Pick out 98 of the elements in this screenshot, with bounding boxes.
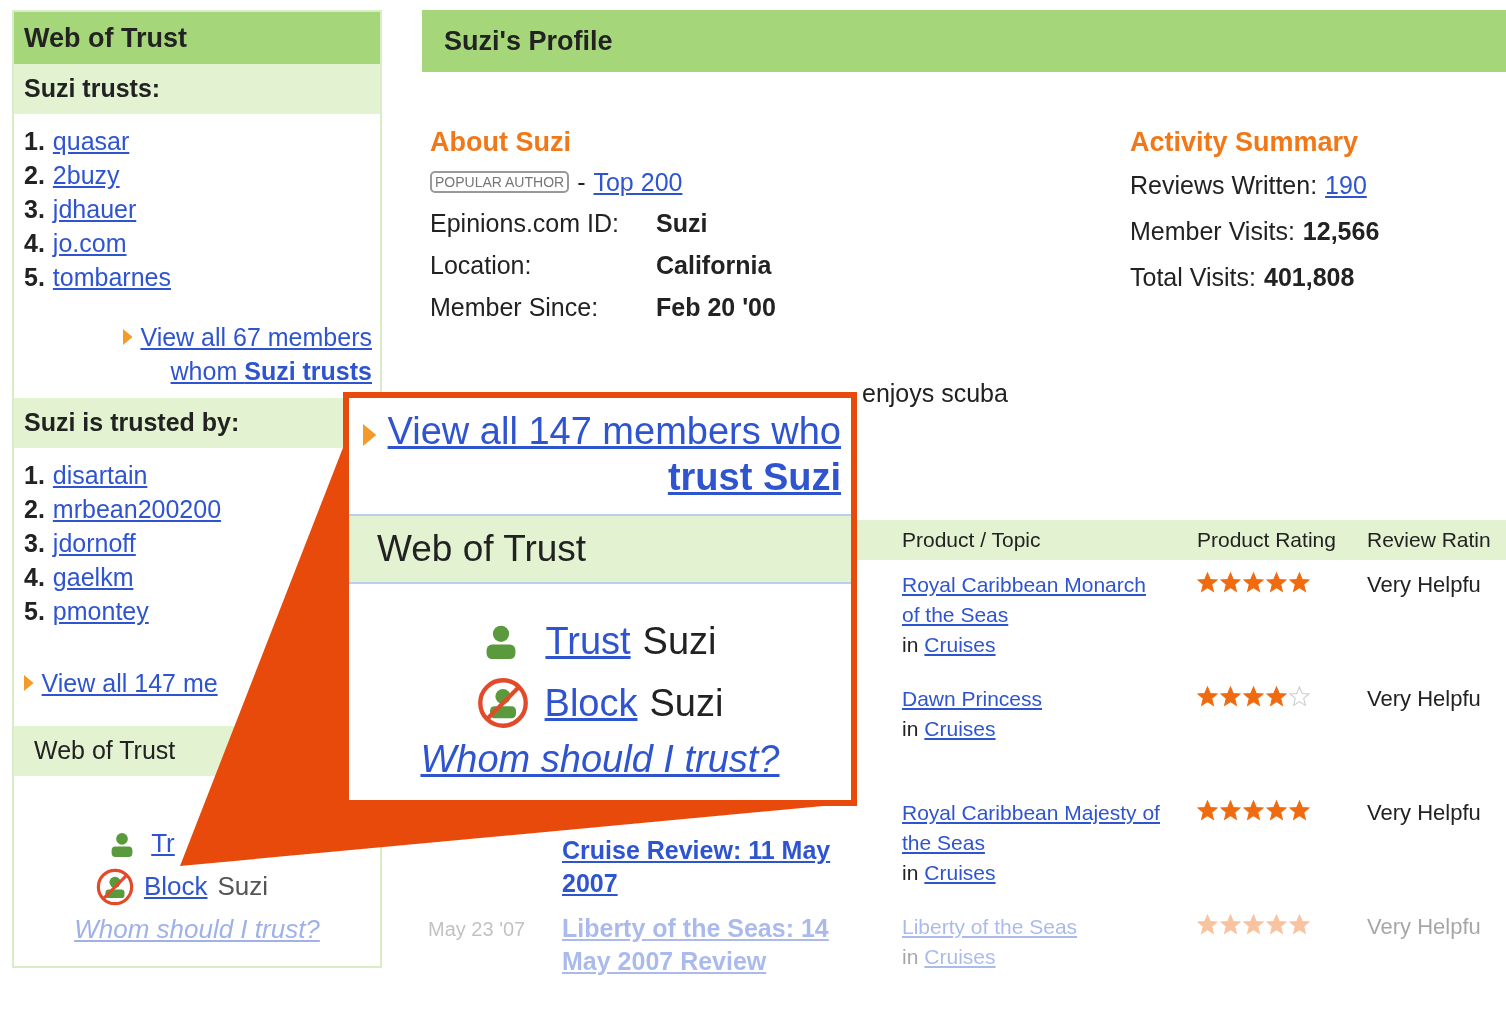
star-icon: [1220, 571, 1241, 593]
arrow-bullet-icon: [363, 424, 377, 446]
view-all-link[interactable]: whom Suzi trusts: [170, 354, 372, 388]
rank-number: 1.: [24, 460, 45, 491]
section-heading: Activity Summary: [1130, 126, 1360, 159]
help-link[interactable]: Whom should I trust?: [420, 734, 780, 784]
star-icon: [1220, 685, 1241, 707]
block-link[interactable]: Block: [143, 865, 208, 908]
category-prefix: in: [902, 716, 919, 742]
rank-number: 2.: [24, 160, 45, 191]
member-link[interactable]: jo.com: [52, 226, 127, 260]
review-rating: Very Helpfu: [1367, 799, 1481, 827]
product-link[interactable]: Royal Caribbean Majesty of the Seas: [902, 798, 1164, 858]
bio-text: enjoys scuba: [862, 379, 1008, 407]
product-link[interactable]: Royal Caribbean Monarch of the Seas: [902, 570, 1164, 630]
star-icon: [1243, 799, 1264, 821]
member-link[interactable]: 2buzy: [52, 158, 120, 192]
star-icon: [1289, 799, 1310, 821]
member-link[interactable]: jdhauer: [52, 192, 137, 226]
field-value: Suzi: [656, 208, 708, 239]
member-link[interactable]: quasar: [52, 124, 130, 158]
review-date: May 23 '07: [428, 918, 526, 940]
view-all-link[interactable]: View all 67 members: [140, 320, 372, 354]
separator: -: [577, 167, 586, 198]
empty-star-icon: [1289, 685, 1310, 707]
trust-link[interactable]: Trust: [545, 610, 631, 672]
rank-number: 5.: [24, 262, 45, 293]
member-link[interactable]: jdornoff: [52, 526, 136, 560]
stat-value: 12,566: [1302, 216, 1380, 247]
star-icon: [1220, 913, 1241, 935]
field-label: Epinions.com ID:: [430, 208, 620, 239]
profile-title: Suzi's Profile: [422, 10, 1506, 72]
member-link[interactable]: tombarnes: [52, 260, 171, 294]
field-value: Feb 20 '00: [656, 292, 776, 323]
view-all-link[interactable]: View all 147 me: [41, 666, 218, 700]
field-label: Location:: [430, 250, 533, 281]
section-heading: Suzi trusts:: [14, 64, 380, 114]
stat-label: Reviews Written:: [1130, 170, 1318, 201]
star-icon: [1243, 571, 1264, 593]
stat-label: Total Visits:: [1130, 262, 1256, 293]
star-icon: [1266, 913, 1287, 935]
review-rating: Very Helpfu: [1367, 913, 1481, 941]
category-link[interactable]: Cruises: [924, 714, 996, 744]
rank-number: 3.: [24, 194, 45, 225]
star-icon: [1289, 571, 1310, 593]
stat-label: Member Visits:: [1130, 216, 1295, 247]
member-name: Suzi: [642, 619, 717, 664]
rank-link[interactable]: Top 200: [593, 162, 683, 202]
field-label: Member Since:: [430, 292, 600, 323]
member-link[interactable]: pmontey: [52, 594, 149, 628]
view-all-link[interactable]: View all 147 members who trust Suzi: [386, 408, 841, 500]
review-rating: Very Helpfu: [1367, 685, 1481, 713]
arrow-bullet-icon: [24, 675, 34, 691]
member-link[interactable]: mrbean200200: [52, 492, 222, 526]
author-badge: POPULAR AUTHOR: [430, 171, 570, 193]
column-header: Product Rating: [1197, 527, 1337, 554]
review-title-link[interactable]: Cruise Review: 11 May 2007: [562, 834, 867, 900]
field-value: California: [656, 250, 772, 281]
star-icon: [1197, 571, 1218, 593]
member-link[interactable]: disartain: [52, 458, 148, 492]
arrow-bullet-icon: [122, 329, 133, 345]
star-icon: [1289, 913, 1310, 935]
block-user-icon: [476, 677, 529, 729]
star-icon: [1266, 685, 1287, 707]
rank-number: 4.: [24, 562, 45, 593]
category-prefix: in: [902, 944, 919, 970]
column-header: Review Ratin: [1366, 527, 1491, 554]
star-icon: [1266, 571, 1287, 593]
rank-number: 5.: [24, 596, 45, 627]
column-header: Product / Topic: [902, 527, 1042, 554]
star-icon: [1220, 799, 1241, 821]
star-icon: [1266, 799, 1287, 821]
category-link[interactable]: Cruises: [924, 858, 996, 888]
star-icon: [1197, 799, 1218, 821]
member-name: Suzi: [217, 870, 269, 903]
member-name: Suzi: [649, 681, 724, 726]
review-rating: Very Helpfu: [1367, 571, 1481, 599]
rank-number: 1.: [24, 126, 45, 157]
star-icon: [1197, 913, 1218, 935]
section-heading: Web of Trust: [349, 514, 851, 584]
member-link[interactable]: gaelkm: [52, 560, 134, 594]
block-link[interactable]: Block: [544, 672, 638, 734]
sidebar-title: Web of Trust: [14, 12, 380, 64]
rank-number: 2.: [24, 494, 45, 525]
section-heading: About Suzi: [430, 126, 572, 159]
category-prefix: in: [902, 860, 919, 886]
category-link[interactable]: Cruises: [924, 630, 996, 660]
stat-link[interactable]: 190: [1325, 162, 1367, 208]
star-icon: [1243, 913, 1264, 935]
category-prefix: in: [902, 632, 919, 658]
rank-number: 3.: [24, 528, 45, 559]
stat-value: 401,808: [1264, 262, 1355, 293]
product-link[interactable]: Dawn Princess: [902, 684, 1164, 714]
star-icon: [1197, 685, 1218, 707]
trust-link[interactable]: Tr: [151, 822, 175, 865]
block-user-icon: [95, 867, 134, 906]
rank-number: 4.: [24, 228, 45, 259]
star-icon: [1243, 685, 1264, 707]
